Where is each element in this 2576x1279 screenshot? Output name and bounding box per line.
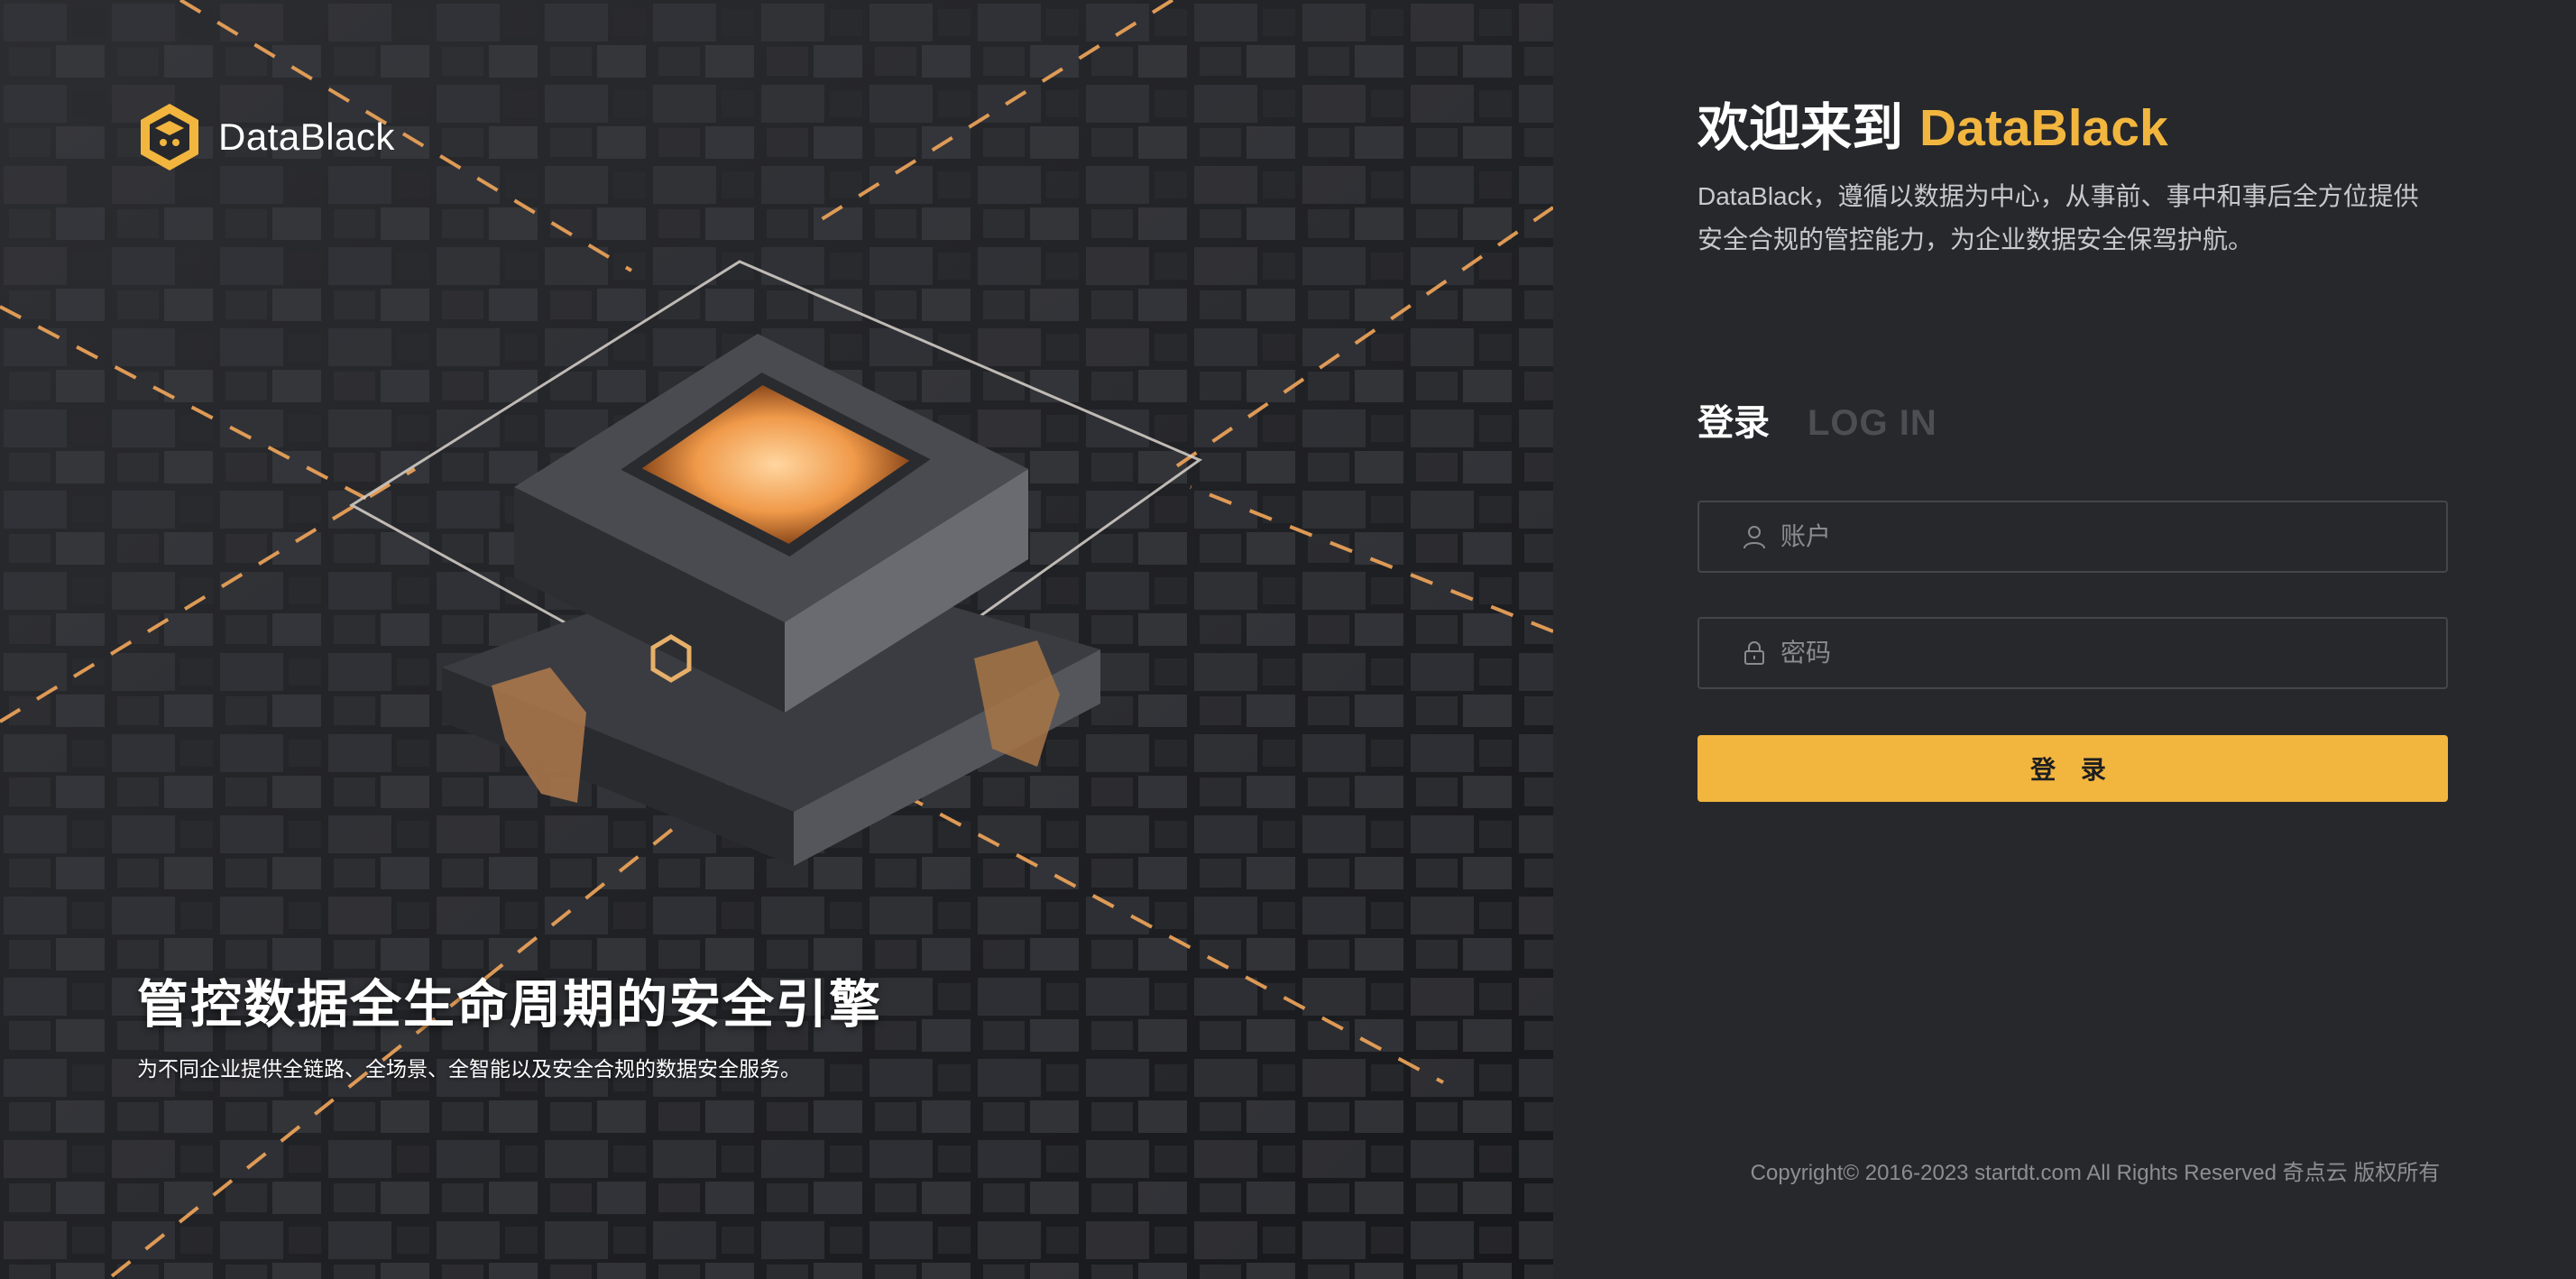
tab-login-cn[interactable]: 登录 [1697,393,1770,446]
login-panel: 欢迎来到 DataBlack DataBlack，遵循以数据为中心，从事前、事中和… [1553,0,2576,1279]
login-tabs: 登录 LOG IN [1697,393,1937,446]
lock-icon [1744,641,1764,665]
hero-section: DataBlack 管控数据全生命周期的安全引擎 为不同企业提供全链路、全场景、… [0,0,1553,1279]
brand-name: DataBlack [218,115,395,158]
account-field[interactable] [1697,501,2448,573]
user-icon [1743,526,1765,549]
welcome-prefix: 欢迎来到 [1697,99,1903,157]
copyright-text: Copyright© 2016-2023 startdt.com All Rig… [1750,1161,2441,1185]
hero-title: 管控数据全生命周期的安全引擎 [137,976,882,1034]
brand-logo: DataBlack [137,101,395,173]
tab-login-en[interactable]: LOG IN [1808,403,1937,444]
hexagon-cube-icon [141,104,198,170]
account-input[interactable] [1780,522,2412,551]
login-page: DataBlack 管控数据全生命周期的安全引擎 为不同企业提供全链路、全场景、… [0,0,2576,1279]
hero-copy: 管控数据全生命周期的安全引擎 为不同企业提供全链路、全场景、全智能以及安全合规的… [137,969,882,1082]
password-input[interactable] [1780,639,2412,667]
welcome-description: DataBlack，遵循以数据为中心，从事前、事中和事后全方位提供安全合规的管控… [1697,182,2419,253]
login-button[interactable]: 登 录 [1697,735,2448,802]
welcome-heading: 欢迎来到 DataBlack [1697,92,2168,164]
hero-background-art [0,0,1553,1279]
hero-subtitle: 为不同企业提供全链路、全场景、全智能以及安全合规的数据安全服务。 [137,1057,801,1081]
welcome-brand: DataBlack [1919,99,2168,157]
password-field[interactable] [1697,617,2448,689]
